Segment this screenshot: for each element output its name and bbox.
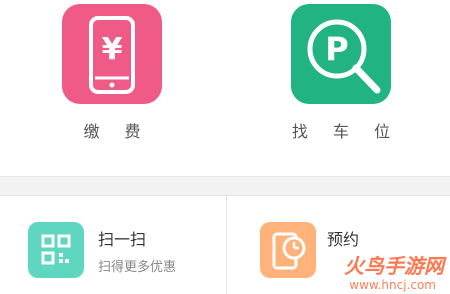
watermark-logo: 火鸟手游网 xyxy=(344,254,444,278)
phone-clock-icon xyxy=(260,222,316,278)
svg-text:P: P xyxy=(325,30,348,68)
card-reservation-title: 预约 xyxy=(327,230,360,249)
card-scan-subtitle: 扫得更多优惠 xyxy=(98,260,177,275)
watermark-url: www.hncj.com xyxy=(349,278,436,292)
tile-payment-label: 缴 费 xyxy=(83,122,151,141)
card-scan-title: 扫一扫 xyxy=(98,230,147,249)
tile-find-parking[interactable]: P 找 车 位 xyxy=(281,0,401,141)
scan-icon xyxy=(28,222,84,278)
parking-search-icon: P xyxy=(291,4,391,104)
tile-find-parking-label: 找 车 位 xyxy=(291,122,401,141)
section-divider xyxy=(0,176,450,196)
tile-payment[interactable]: ¥ 缴 费 xyxy=(52,0,172,141)
card-scan[interactable]: 扫一扫 扫得更多优惠 xyxy=(0,196,226,294)
top-feature-grid: ¥ 缴 费 P 找 车 位 xyxy=(0,0,450,176)
yen-phone-icon: ¥ xyxy=(62,4,162,104)
svg-text:¥: ¥ xyxy=(102,32,123,67)
